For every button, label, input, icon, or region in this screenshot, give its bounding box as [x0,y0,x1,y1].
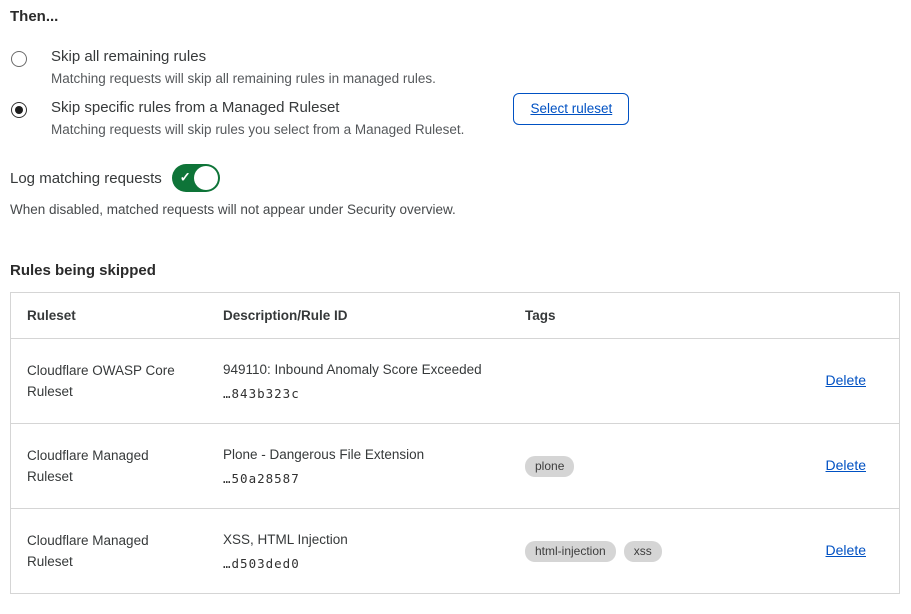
action-radio-group: Skip all remaining rules Matching reques… [10,48,900,137]
log-matching-requests-label: Log matching requests [10,170,162,187]
rule-id: …50a28587 [223,471,509,486]
select-ruleset-button[interactable]: Select ruleset [513,93,629,125]
toggle-knob [194,166,218,190]
option-label[interactable]: Skip specific rules from a Managed Rules… [51,99,464,116]
rules-being-skipped-table: Ruleset Description/Rule ID Tags Cloudfl… [10,292,900,594]
rule-tags: plone [509,456,766,477]
table-row: Cloudflare Managed Ruleset Plone - Dange… [11,423,899,508]
column-header-tags: Tags [509,308,766,323]
rule-description: 949110: Inbound Anomaly Score Exceeded [223,362,509,377]
log-matching-requests-toggle[interactable]: ✓ [172,164,220,192]
option-skip-all-remaining-rules: Skip all remaining rules Matching reques… [10,48,900,86]
tag-pill: html-injection [525,541,616,562]
option-label[interactable]: Skip all remaining rules [51,48,436,65]
tag-pill: plone [525,456,574,477]
delete-rule-link[interactable]: Delete [826,457,866,473]
radio-skip-specific-rules[interactable] [11,102,27,118]
rule-id: …843b323c [223,386,509,401]
rule-id: …d503ded0 [223,556,509,571]
table-header-row: Ruleset Description/Rule ID Tags [11,293,899,338]
delete-rule-link[interactable]: Delete [826,372,866,388]
table-row: Cloudflare OWASP Core Ruleset 949110: In… [11,338,899,423]
delete-rule-link[interactable]: Delete [826,542,866,558]
option-description: Matching requests will skip rules you se… [51,122,464,137]
ruleset-name: Cloudflare Managed Ruleset [11,530,191,572]
rules-being-skipped-heading: Rules being skipped [10,262,900,279]
then-heading: Then... [10,8,900,25]
radio-skip-all-remaining-rules[interactable] [11,51,27,67]
column-header-description: Description/Rule ID [207,308,509,323]
rule-description: XSS, HTML Injection [223,532,509,547]
then-action-panel: Then... Skip all remaining rules Matchin… [0,0,911,594]
ruleset-name: Cloudflare Managed Ruleset [11,445,191,487]
tag-pill: xss [624,541,662,562]
log-toggle-description: When disabled, matched requests will not… [10,202,900,217]
table-row: Cloudflare Managed Ruleset XSS, HTML Inj… [11,508,899,593]
rule-description: Plone - Dangerous File Extension [223,447,509,462]
check-icon: ✓ [180,170,191,186]
rule-tags: html-injection xss [509,541,766,562]
ruleset-name: Cloudflare OWASP Core Ruleset [11,360,191,402]
option-skip-specific-rules: Skip specific rules from a Managed Rules… [10,99,900,137]
option-description: Matching requests will skip all remainin… [51,71,436,86]
column-header-ruleset: Ruleset [11,308,207,323]
log-matching-requests-row: Log matching requests ✓ [10,164,900,192]
